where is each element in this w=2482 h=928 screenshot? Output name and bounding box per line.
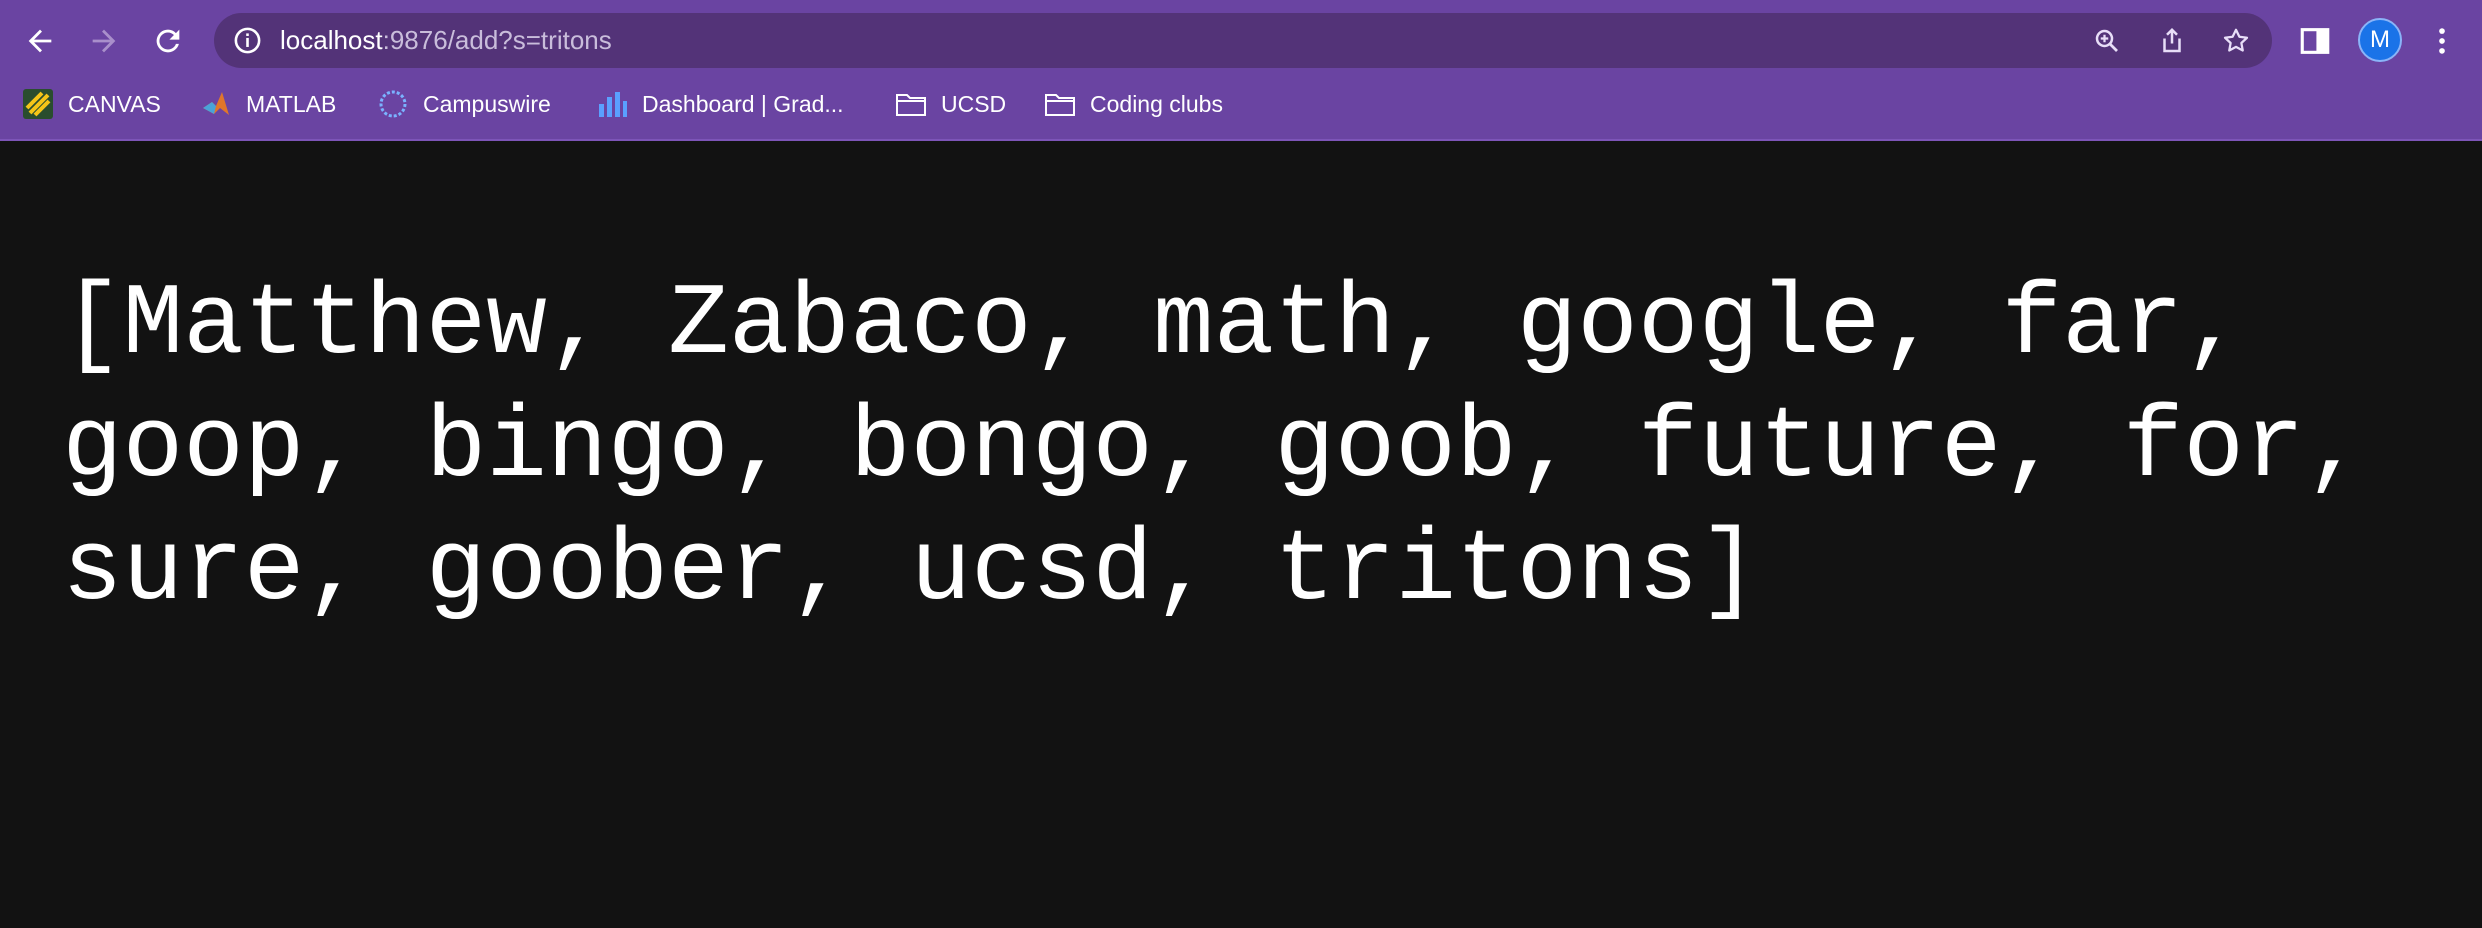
bookmark-coding-clubs[interactable]: Coding clubs [1044, 82, 1223, 126]
zoom-button[interactable] [2090, 24, 2124, 58]
bookmark-label: CANVAS [68, 90, 161, 117]
bookmark-dashboard[interactable]: Dashboard | Grad... [596, 82, 844, 126]
star-icon [2223, 28, 2249, 52]
bookmark-label: Coding clubs [1090, 90, 1223, 117]
share-icon [2163, 27, 2181, 53]
arrow-left-icon [28, 29, 52, 53]
url-text[interactable]: localhost:9876/add?s=tritons [280, 13, 612, 68]
kebab-menu-icon [2439, 28, 2445, 54]
bookmark-matlab[interactable]: MATLAB [200, 82, 336, 126]
url-path: :9876/add?s=tritons [382, 25, 612, 55]
side-panel-button[interactable] [2291, 17, 2339, 65]
bookmark-ucsd[interactable]: UCSD [895, 82, 1006, 126]
folder-icon [1044, 88, 1076, 120]
bookmarks-bar: CANVAS MATLAB Campuswire Dashboard | Gra… [0, 82, 2482, 140]
share-button[interactable] [2155, 24, 2189, 58]
reload-icon [156, 29, 180, 53]
bookmark-canvas[interactable]: CANVAS [22, 82, 161, 126]
bookmark-campuswire[interactable]: Campuswire [377, 82, 551, 126]
canvas-icon [22, 88, 54, 120]
response-text: [Matthew, Zabaco, math, google, far, goo… [62, 269, 2426, 629]
info-icon[interactable] [232, 25, 263, 56]
profile-avatar[interactable]: M [2358, 18, 2402, 62]
page-content: [Matthew, Zabaco, math, google, far, goo… [0, 141, 2482, 928]
bookmark-label: MATLAB [246, 90, 337, 117]
forward-button[interactable] [79, 16, 129, 66]
back-button[interactable] [15, 16, 65, 66]
campuswire-icon [377, 88, 409, 120]
bookmark-star-button[interactable] [2219, 24, 2253, 58]
menu-button[interactable] [2420, 17, 2464, 65]
arrow-right-icon [92, 29, 116, 53]
matlab-icon [200, 88, 232, 120]
bookmark-label: Campuswire [423, 90, 551, 117]
folder-icon [895, 88, 927, 120]
address-bar[interactable]: localhost:9876/add?s=tritons [214, 13, 2272, 68]
side-panel-icon [2300, 28, 2330, 54]
reload-button[interactable] [143, 16, 193, 66]
bookmark-label: Dashboard | Grad... [642, 90, 844, 117]
bar-chart-icon [596, 88, 628, 120]
browser-toolbar: localhost:9876/add?s=tritons M [0, 0, 2482, 82]
zoom-icon [2095, 29, 2118, 52]
url-host: localhost [280, 25, 383, 55]
bookmark-label: UCSD [941, 90, 1007, 117]
browser-chrome: localhost:9876/add?s=tritons M CANVAS MA… [0, 0, 2482, 141]
